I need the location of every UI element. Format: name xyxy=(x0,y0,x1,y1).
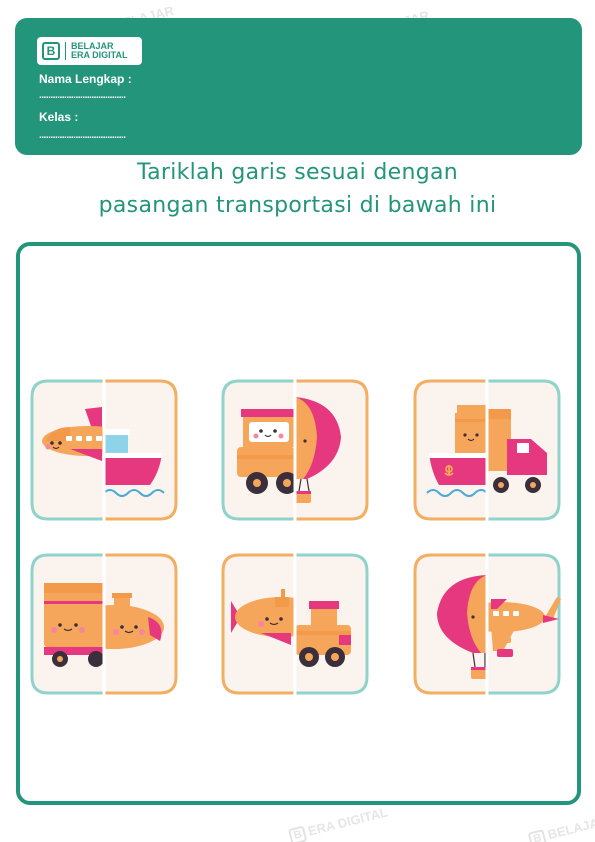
puzzle-card-4[interactable] xyxy=(30,553,178,695)
logo-divider xyxy=(65,42,66,60)
watermark-text: ERA DIGITAL xyxy=(306,804,390,839)
header-panel: B BELAJAR ERA DIGITAL Nama Lengkap : ...… xyxy=(15,18,582,155)
brand-line-2: ERA DIGITAL xyxy=(71,50,128,60)
puzzle-card-3[interactable] xyxy=(413,379,561,521)
train-left-icon xyxy=(236,408,295,495)
brand-logo: B BELAJAR ERA DIGITAL xyxy=(37,37,142,65)
truck-left-icon xyxy=(43,582,104,668)
puzzle-card-1[interactable] xyxy=(30,379,178,521)
brand-logo-icon: B xyxy=(42,42,60,60)
watermark-bottom-right: B BELAJAR xyxy=(518,802,595,842)
watermark-text: BELAJAR xyxy=(546,812,595,842)
puzzle-card-5[interactable] xyxy=(221,553,369,695)
name-label: Nama Lengkap : xyxy=(39,72,132,86)
watermark-logo-icon: B xyxy=(288,825,308,842)
instruction-title-line-2: pasangan transportasi di bawah ini xyxy=(98,193,497,218)
puzzle-card-6[interactable] xyxy=(413,553,561,695)
name-field[interactable]: ...................................... xyxy=(39,90,126,101)
watermark-logo-icon: B xyxy=(527,829,548,842)
instruction-title-line-1: Tariklah garis sesuai dengan xyxy=(137,160,458,185)
activity-board xyxy=(16,242,581,805)
puzzle-card-2[interactable] xyxy=(221,379,369,521)
class-label: Kelas : xyxy=(39,110,79,124)
class-field[interactable]: ...................................... xyxy=(39,130,126,141)
brand-logo-text: BELAJAR ERA DIGITAL xyxy=(71,42,128,60)
